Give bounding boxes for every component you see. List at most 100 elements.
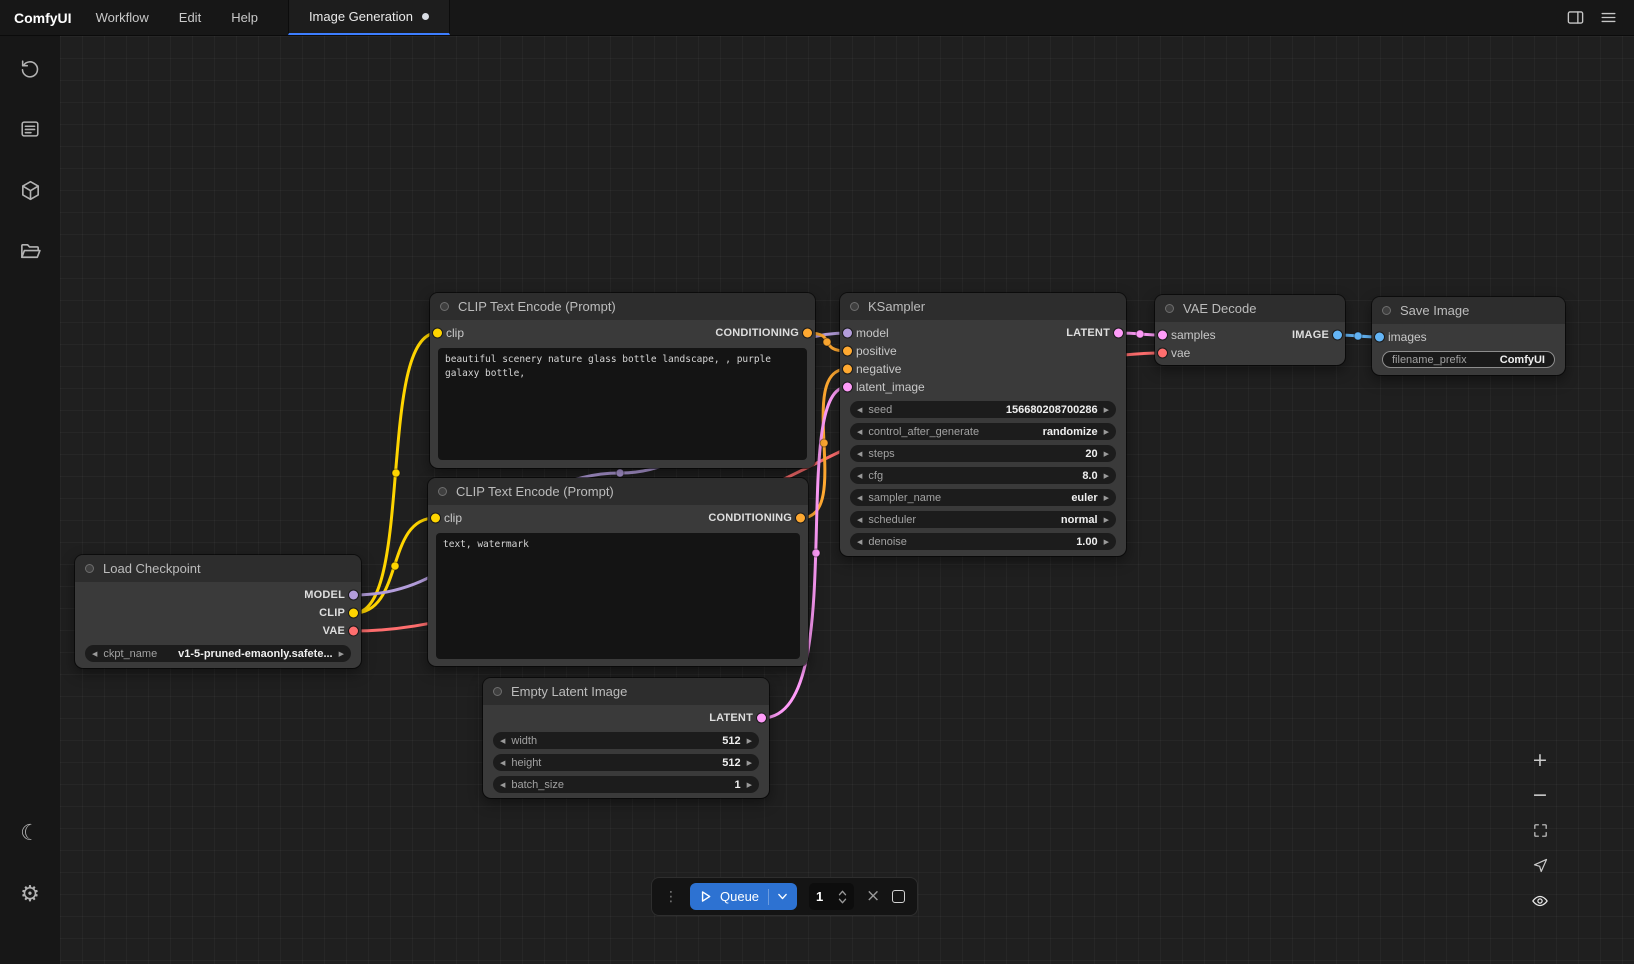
prev-value-arrow-icon[interactable]: ◀ — [92, 650, 97, 658]
input-slot-dot-positive[interactable] — [843, 347, 852, 356]
next-value-arrow-icon[interactable]: ▶ — [1104, 428, 1109, 436]
collapse-dot[interactable] — [85, 564, 94, 573]
output-slot-dot-model[interactable] — [349, 591, 358, 600]
sidebar-item-history[interactable] — [10, 48, 50, 88]
input-slot-dot-latent-image[interactable] — [843, 383, 852, 392]
widget-width[interactable]: ◀ width 512 ▶ — [493, 732, 759, 749]
output-slot-dot-image[interactable] — [1333, 331, 1342, 340]
widget-batch-size[interactable]: ◀ batch_size 1 ▶ — [493, 776, 759, 793]
increment-arrow-icon[interactable]: ▶ — [1104, 406, 1109, 414]
increment-icon[interactable] — [838, 890, 847, 896]
input-slot-dot-negative[interactable] — [843, 365, 852, 374]
node-header[interactable]: VAE Decode — [1155, 295, 1345, 322]
prev-value-arrow-icon[interactable]: ◀ — [857, 494, 862, 502]
prev-value-arrow-icon[interactable]: ◀ — [857, 428, 862, 436]
decrement-icon[interactable] — [838, 898, 847, 904]
toggle-visibility-button[interactable] — [1526, 887, 1554, 914]
node-header[interactable]: CLIP Text Encode (Prompt) — [428, 478, 808, 505]
input-slot-dot-clip[interactable] — [431, 514, 440, 523]
widget-denoise[interactable]: ◀ denoise 1.00 ▶ — [850, 533, 1116, 550]
node-graph-canvas[interactable]: CLIP Text Encode (Prompt) clip CONDITION… — [60, 36, 1634, 964]
menu-edit[interactable]: Edit — [179, 10, 201, 25]
node-clip-text-encode-positive[interactable]: CLIP Text Encode (Prompt) clip CONDITION… — [430, 293, 815, 468]
collapse-dot[interactable] — [1382, 306, 1391, 315]
widget-ckpt-name[interactable]: ◀ ckpt_name v1-5-pruned-emaonly.safete..… — [85, 645, 351, 662]
node-header[interactable]: Empty Latent Image — [483, 678, 769, 705]
queue-button[interactable]: Queue — [690, 883, 797, 910]
increment-arrow-icon[interactable]: ▶ — [1104, 472, 1109, 480]
collapse-dot[interactable] — [850, 302, 859, 311]
clear-queue-button[interactable]: × — [866, 888, 880, 905]
menu-help[interactable]: Help — [231, 10, 258, 25]
node-header[interactable]: Load Checkpoint — [75, 555, 361, 582]
settings-button[interactable]: ⚙ — [10, 875, 50, 915]
input-slot-dot-model[interactable] — [843, 329, 852, 338]
widget-height[interactable]: ◀ height 512 ▶ — [493, 754, 759, 771]
decrement-arrow-icon[interactable]: ◀ — [500, 781, 505, 789]
decrement-arrow-icon[interactable]: ◀ — [500, 737, 505, 745]
zoom-out-button[interactable]: − — [1526, 782, 1554, 809]
next-value-arrow-icon[interactable]: ▶ — [1104, 516, 1109, 524]
node-load-checkpoint[interactable]: Load Checkpoint MODEL CLIP VAE ◀ ckpt_na… — [75, 555, 361, 668]
output-slot-dot-latent[interactable] — [1114, 329, 1123, 338]
sidebar-item-queue[interactable] — [10, 109, 50, 149]
next-value-arrow-icon[interactable]: ▶ — [1104, 494, 1109, 502]
decrement-arrow-icon[interactable]: ◀ — [857, 538, 862, 546]
fit-view-button[interactable] — [1526, 817, 1554, 844]
negative-prompt-textarea[interactable]: text, watermark — [436, 533, 800, 659]
node-vae-decode[interactable]: VAE Decode samples IMAGE vae — [1155, 295, 1345, 365]
batch-count-spinner[interactable]: 1 — [809, 883, 854, 910]
chevron-down-icon[interactable] — [776, 890, 789, 903]
widget-cfg[interactable]: ◀ cfg 8.0 ▶ — [850, 467, 1116, 484]
sidebar-item-workflows[interactable] — [10, 231, 50, 271]
node-header[interactable]: KSampler — [840, 293, 1126, 320]
decrement-arrow-icon[interactable]: ◀ — [500, 759, 505, 767]
node-header[interactable]: CLIP Text Encode (Prompt) — [430, 293, 815, 320]
sidebar-item-model-library[interactable] — [10, 170, 50, 210]
main-menu-button[interactable] — [1599, 8, 1618, 27]
widget-steps[interactable]: ◀ steps 20 ▶ — [850, 445, 1116, 462]
collapse-dot[interactable] — [1165, 304, 1174, 313]
tab-image-generation[interactable]: Image Generation — [288, 0, 450, 35]
widget-scheduler[interactable]: ◀ scheduler normal ▶ — [850, 511, 1116, 528]
input-slot-dot-vae[interactable] — [1158, 349, 1167, 358]
widget-sampler-name[interactable]: ◀ sampler_name euler ▶ — [850, 489, 1116, 506]
collapse-dot[interactable] — [438, 487, 447, 496]
node-ksampler[interactable]: KSampler model LATENT positive negative … — [840, 293, 1126, 556]
node-empty-latent-image[interactable]: Empty Latent Image LATENT ◀ width 512 ▶ … — [483, 678, 769, 798]
drag-handle-icon[interactable]: ⋮ — [664, 889, 678, 905]
output-slot-dot-clip[interactable] — [349, 609, 358, 618]
input-slot-dot-samples[interactable] — [1158, 331, 1167, 340]
output-slot-dot-conditioning[interactable] — [796, 514, 805, 523]
output-slot-dot-latent[interactable] — [757, 714, 766, 723]
stop-button[interactable] — [892, 890, 905, 903]
output-slot-dot-conditioning[interactable] — [803, 329, 812, 338]
node-header[interactable]: Save Image — [1372, 297, 1565, 324]
decrement-arrow-icon[interactable]: ◀ — [857, 472, 862, 480]
panel-toggle-button[interactable] — [1566, 8, 1585, 27]
widget-seed[interactable]: ◀ seed 156680208700286 ▶ — [850, 401, 1116, 418]
theme-toggle-button[interactable]: ☾ — [10, 814, 50, 854]
node-clip-text-encode-negative[interactable]: CLIP Text Encode (Prompt) clip CONDITION… — [428, 478, 808, 666]
menu-workflow[interactable]: Workflow — [96, 10, 149, 25]
collapse-dot[interactable] — [493, 687, 502, 696]
increment-arrow-icon[interactable]: ▶ — [1104, 450, 1109, 458]
select-mode-button[interactable] — [1526, 852, 1554, 879]
decrement-arrow-icon[interactable]: ◀ — [857, 406, 862, 414]
input-slot-dot-clip[interactable] — [433, 329, 442, 338]
next-value-arrow-icon[interactable]: ▶ — [339, 650, 344, 658]
positive-prompt-textarea[interactable]: beautiful scenery nature glass bottle la… — [438, 348, 807, 460]
increment-arrow-icon[interactable]: ▶ — [747, 759, 752, 767]
decrement-arrow-icon[interactable]: ◀ — [857, 450, 862, 458]
increment-arrow-icon[interactable]: ▶ — [747, 737, 752, 745]
output-slot-dot-vae[interactable] — [349, 627, 358, 636]
collapse-dot[interactable] — [440, 302, 449, 311]
prev-value-arrow-icon[interactable]: ◀ — [857, 516, 862, 524]
widget-control-after-generate[interactable]: ◀ control_after_generate randomize ▶ — [850, 423, 1116, 440]
widget-filename-prefix[interactable]: filename_prefix ComfyUI — [1382, 351, 1555, 368]
node-save-image[interactable]: Save Image images filename_prefix ComfyU… — [1372, 297, 1565, 375]
input-slot-dot-images[interactable] — [1375, 333, 1384, 342]
increment-arrow-icon[interactable]: ▶ — [747, 781, 752, 789]
increment-arrow-icon[interactable]: ▶ — [1104, 538, 1109, 546]
zoom-in-button[interactable]: + — [1526, 747, 1554, 774]
